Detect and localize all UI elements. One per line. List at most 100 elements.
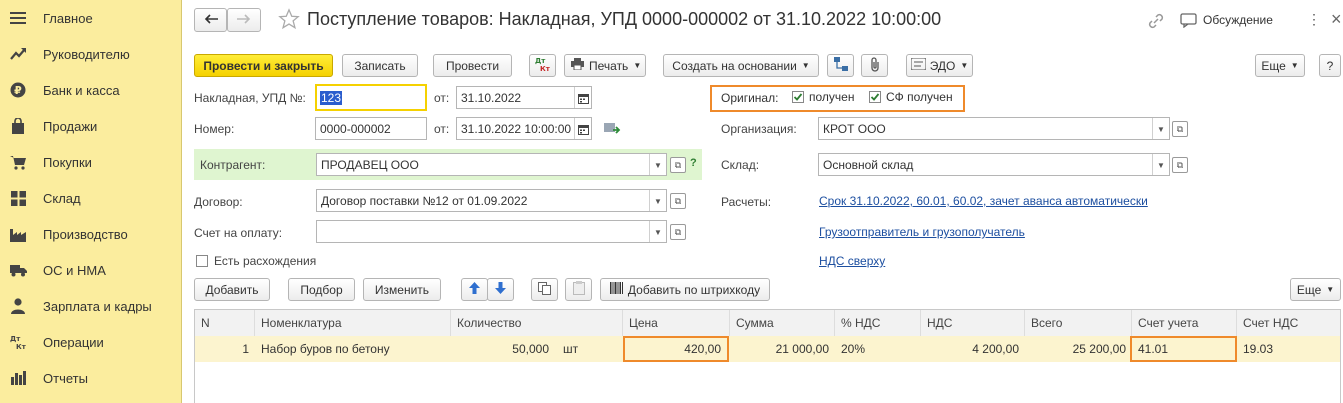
add-by-barcode-button[interactable]: Добавить по штрихкоду	[600, 278, 770, 301]
post-and-close-button[interactable]: Провести и закрыть	[194, 54, 333, 77]
price-cell[interactable]: 420,00	[623, 336, 729, 362]
checkbox-checked-icon[interactable]	[792, 91, 804, 103]
move-up-button[interactable]	[461, 278, 488, 301]
print-label: Печать	[589, 58, 629, 73]
sidebar-item-bank[interactable]: ₽ Банк и касса	[0, 72, 182, 108]
column-header-vat-account[interactable]: Счет НДС	[1237, 310, 1340, 336]
dt-kt-icon: Дт Кт	[9, 333, 27, 351]
contractor-help-icon[interactable]: ?	[690, 157, 697, 169]
column-header-item[interactable]: Номенклатура	[255, 310, 451, 336]
copy-row-button[interactable]	[531, 278, 558, 301]
total-cell[interactable]: 25 200,00	[1025, 336, 1132, 362]
chevron-down-icon[interactable]: ▼	[649, 190, 666, 211]
sidebar-item-label: Руководителю	[43, 46, 130, 62]
discrepancy-checkbox[interactable]: Есть расхождения	[196, 254, 316, 268]
number-field[interactable]: 0000-000002	[315, 117, 427, 140]
organization-field[interactable]: КРОТ ООО ▼	[818, 117, 1170, 140]
vat-account-cell[interactable]: 19.03	[1237, 336, 1340, 362]
column-header-vat-rate[interactable]: % НДС	[835, 310, 921, 336]
post-button[interactable]: Провести	[433, 54, 512, 77]
sidebar-item-purchases[interactable]: Покупки	[0, 144, 182, 180]
table-more-label: Еще	[1296, 282, 1322, 297]
number-date-field[interactable]: 31.10.2022 10:00:00	[456, 117, 592, 140]
edo-button[interactable]: ЭДО ▼	[906, 54, 973, 77]
print-button[interactable]: Печать ▼	[564, 54, 646, 77]
chevron-down-icon[interactable]: ▼	[649, 221, 666, 242]
quantity-cell[interactable]: 50,000	[451, 336, 555, 362]
favorite-star-icon[interactable]	[278, 8, 300, 33]
cart-icon	[9, 153, 27, 171]
change-button[interactable]: Изменить	[363, 278, 441, 301]
sidebar-item-warehouse[interactable]: Склад	[0, 180, 182, 216]
create-based-on-button[interactable]: Создать на основании ▼	[663, 54, 819, 77]
help-button[interactable]: ?	[1319, 54, 1341, 77]
column-header-vat[interactable]: НДС	[921, 310, 1025, 336]
vat-cell[interactable]: 4 200,00	[921, 336, 1025, 362]
column-header-quantity[interactable]: Количество	[451, 310, 623, 336]
chevron-down-icon[interactable]: ▼	[1152, 118, 1169, 139]
invoice-date-field[interactable]: 31.10.2022	[456, 86, 592, 109]
sidebar-item-reports[interactable]: Отчеты	[0, 360, 182, 396]
open-contract-icon[interactable]: ⧉	[670, 193, 686, 209]
contract-field[interactable]: Договор поставки №12 от 01.09.2022 ▼	[316, 189, 667, 212]
link-icon[interactable]	[1147, 12, 1165, 33]
paste-button[interactable]	[565, 278, 592, 301]
discrepancy-checkbox-box[interactable]	[196, 255, 208, 267]
column-header-sum[interactable]: Сумма	[730, 310, 835, 336]
table-more-button[interactable]: Еще ▼	[1290, 278, 1341, 301]
sf-received-checkbox[interactable]: СФ получен	[869, 90, 953, 104]
original-received-checkbox[interactable]: получен	[792, 90, 854, 104]
forward-button[interactable]	[227, 8, 261, 32]
payment-invoice-field[interactable]: ▼	[316, 220, 667, 243]
open-contractor-icon[interactable]: ⧉	[670, 157, 686, 173]
pick-button[interactable]: Подбор	[288, 278, 355, 301]
calendar-icon[interactable]	[574, 87, 591, 108]
discussion-icon[interactable]	[1180, 13, 1197, 31]
sidebar-item-sales[interactable]: Продажи	[0, 108, 182, 144]
arrow-right-icon	[237, 13, 251, 27]
structure-button[interactable]	[827, 54, 854, 77]
more-vertical-icon[interactable]: ⋮	[1307, 12, 1321, 26]
vat-rate-cell[interactable]: 20%	[835, 336, 921, 362]
add-row-button[interactable]: Добавить	[194, 278, 270, 301]
save-button[interactable]: Записать	[342, 54, 418, 77]
sidebar-item-operations[interactable]: Дт Кт Операции	[0, 324, 182, 360]
open-warehouse-icon[interactable]: ⧉	[1172, 157, 1188, 173]
settlements-link[interactable]: Срок 31.10.2022, 60.01, 60.02, зачет ава…	[819, 194, 1148, 208]
dt-kt-button[interactable]: Дт Кт	[529, 54, 556, 77]
item-cell[interactable]: Набор буров по бетону	[255, 336, 451, 362]
chevron-down-icon[interactable]: ▼	[1152, 154, 1169, 175]
change-number-icon[interactable]	[604, 121, 621, 138]
move-down-button[interactable]	[487, 278, 514, 301]
open-organization-icon[interactable]: ⧉	[1172, 121, 1188, 137]
sidebar-item-manager[interactable]: Руководителю	[0, 36, 182, 72]
structure-icon	[833, 57, 848, 74]
open-payment-invoice-icon[interactable]: ⧉	[670, 224, 686, 240]
sidebar-item-main[interactable]: Главное	[0, 0, 182, 36]
discussion-link[interactable]: Обсуждение	[1203, 13, 1273, 27]
account-cell[interactable]: 41.01	[1130, 336, 1237, 362]
settlements-label: Расчеты:	[721, 195, 772, 209]
column-header-account[interactable]: Счет учета	[1132, 310, 1237, 336]
unit-cell[interactable]: шт	[557, 336, 623, 362]
vat-on-top-link[interactable]: НДС сверху	[819, 254, 885, 268]
contractor-field[interactable]: ПРОДАВЕЦ ООО ▼	[316, 153, 667, 176]
sidebar-item-label: Операции	[43, 334, 104, 350]
sum-cell[interactable]: 21 000,00	[730, 336, 835, 362]
warehouse-field[interactable]: Основной склад ▼	[818, 153, 1170, 176]
column-header-total[interactable]: Всего	[1025, 310, 1132, 336]
attachment-button[interactable]	[861, 54, 888, 77]
shipper-consignee-link[interactable]: Грузоотправитель и грузополучатель	[819, 225, 1025, 239]
checkbox-checked-icon[interactable]	[869, 91, 881, 103]
calendar-icon[interactable]	[574, 118, 591, 139]
sidebar-item-assets[interactable]: ОС и НМА	[0, 252, 182, 288]
sidebar-item-salary[interactable]: Зарплата и кадры	[0, 288, 182, 324]
close-icon[interactable]: ×	[1331, 10, 1342, 28]
more-button[interactable]: Еще ▼	[1255, 54, 1305, 77]
invoice-number-field[interactable]: 123	[315, 84, 427, 111]
chevron-down-icon[interactable]: ▼	[649, 154, 666, 175]
sidebar-item-production[interactable]: Производство	[0, 216, 182, 252]
column-header-price[interactable]: Цена	[623, 310, 730, 336]
back-button[interactable]	[194, 8, 227, 32]
column-header-n[interactable]: N	[195, 310, 255, 336]
